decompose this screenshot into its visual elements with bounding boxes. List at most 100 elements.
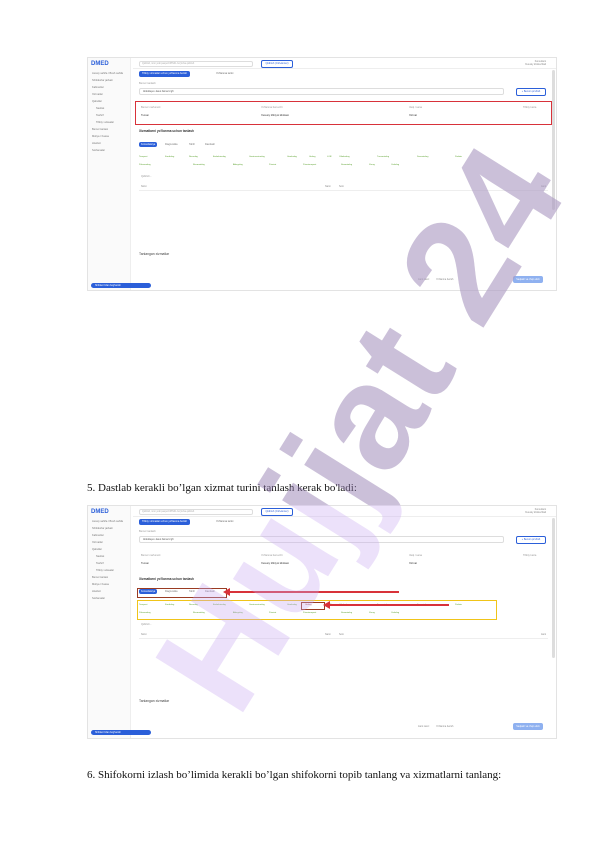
doctor-chip[interactable]: Revmatolog — [193, 163, 205, 167]
doctor-chip[interactable]: Psixoterapevt — [303, 163, 316, 167]
search-input[interactable]: Qidirish, ismi yoki pasport/PINFL bo'yic… — [139, 61, 253, 67]
tab-referral[interactable]: Tibbiy xizmatlar uchun yo'llanma berish — [139, 71, 191, 77]
sidebar-item[interactable]: Shifokorlar jadvali — [92, 527, 112, 532]
sidebar-item[interactable]: Shifokorlar jadvali — [92, 79, 112, 84]
sidebar-item[interactable]: Qabullar — [92, 548, 102, 553]
doctor-chip[interactable]: Pulmonolog — [139, 611, 151, 615]
topbar: Qidirish, ismi yoki pasport/PINFL bo'yic… — [133, 58, 556, 69]
small-search[interactable]: Qidirish... — [141, 175, 152, 178]
doctor-chip[interactable]: Stomatolog — [341, 163, 352, 167]
doctor-chip[interactable]: Urolog — [309, 155, 315, 159]
sidebar-item[interactable]: Hisobot — [92, 590, 101, 595]
doctor-chip[interactable]: Onkolog — [391, 163, 399, 167]
sidebar-item[interactable]: Tibbiy xulosalar — [96, 121, 114, 126]
search-button[interactable]: Qidirish (Ctrl+Enter) — [261, 508, 293, 516]
patient-input[interactable]: Abdullayev Jasur Akmal o'g'li — [139, 88, 504, 95]
table-header-cell: Soni — [339, 185, 344, 188]
sidebar-item[interactable]: Moliya / Kassa — [92, 135, 109, 140]
search-input[interactable]: Qidirish, ismi yoki pasport/PINFL bo'yic… — [139, 509, 253, 515]
sidebar-item[interactable]: Qabullar — [92, 100, 102, 105]
save-button[interactable]: Saqlash va chop etish — [513, 276, 543, 283]
doctor-chip[interactable]: Xirurg — [369, 611, 375, 615]
tab-history[interactable]: Yo'llanma tarixi — [213, 519, 236, 525]
doctor-chip[interactable]: Onkolog — [391, 611, 399, 615]
sidebar-item[interactable]: Tashrif — [96, 114, 104, 119]
sidebar-item[interactable]: Xizmatlar — [92, 541, 103, 546]
service-tab-diagnostics[interactable]: Diagnostika — [163, 142, 180, 147]
doctor-chip[interactable]: Oftalmolog — [339, 155, 350, 159]
doctor-chip[interactable]: Stomatolog — [341, 611, 352, 615]
scrollbar[interactable] — [552, 70, 555, 210]
sidebar-item[interactable]: Xizmatlar — [92, 93, 103, 98]
doctor-chip[interactable]: Endokrinolog — [213, 603, 226, 607]
service-tab-consultation[interactable]: Konsultatsiya — [139, 589, 158, 594]
add-patient-button[interactable]: + Bemor qo'shish — [516, 536, 546, 544]
field-label: Tibbiy karta — [523, 106, 537, 109]
doctor-chip[interactable]: Psixiatr — [269, 163, 276, 167]
service-tab-consultation[interactable]: Konsultatsiya — [139, 142, 158, 147]
doctor-chip[interactable]: Gastroenterolog — [249, 155, 265, 159]
doctor-chip[interactable]: Ginekolog — [287, 603, 297, 607]
service-tab-analysis[interactable]: Tahlil — [187, 589, 196, 594]
patient-input[interactable]: Abdullayev Jasur Akmal o'g'li — [139, 536, 504, 543]
referral-checkbox[interactable]: Yo'llanma berish — [436, 725, 453, 728]
patient-label: Bemor tanlash — [139, 530, 156, 533]
sidebar-item[interactable]: Kabinetlar — [92, 534, 104, 539]
doctor-chip[interactable]: Ginekolog — [287, 155, 297, 159]
field-value: Tuman — [141, 114, 149, 117]
doctor-chip[interactable]: Terapevt — [139, 603, 147, 607]
doctor-chip[interactable]: Kardiolog — [165, 155, 174, 159]
service-tab-diagnostics[interactable]: Diagnostika — [163, 589, 180, 594]
sidebar-item[interactable]: Bemor kartasi — [92, 576, 108, 581]
tab-referral[interactable]: Tibbiy xizmatlar uchun yo'llanma berish — [139, 519, 191, 525]
doctor-chip[interactable]: Endokrinolog — [213, 155, 226, 159]
sidebar-item[interactable]: Moliya / Kassa — [92, 583, 109, 588]
user-info[interactable]: Konsultant Xususiy klinika filiali — [525, 508, 546, 514]
doctor-chip[interactable]: Allergolog — [233, 611, 243, 615]
scrollbar[interactable] — [552, 518, 555, 658]
doctor-chip[interactable]: LOR — [327, 155, 332, 159]
doctor-chip[interactable]: Nevrolog — [189, 603, 198, 607]
service-tab-treatment[interactable]: Davolash — [203, 142, 217, 147]
sidebar-item[interactable]: Tibbiy xulosalar — [96, 569, 114, 574]
main-content: Qidirish, ismi yoki pasport/PINFL bo'yic… — [133, 506, 556, 738]
sidebar-item[interactable]: Sozlamalar — [92, 149, 105, 154]
sidebar-item[interactable]: Navbat — [96, 107, 104, 112]
user-info[interactable]: Konsultant Xususiy klinika filiali — [525, 60, 546, 66]
tab-history[interactable]: Yo'llanma tarixi — [213, 71, 236, 77]
doctor-chip[interactable]: Revmatolog — [193, 611, 205, 615]
add-patient-button[interactable]: + Bemor qo'shish — [516, 88, 546, 96]
sidebar-item[interactable]: Tashrif — [96, 562, 104, 567]
doctor-chip[interactable]: Nevrolog — [189, 155, 198, 159]
doctor-chip[interactable]: Pulmonolog — [139, 163, 151, 167]
section-title: Xizmatlarni yo'llanma uchun tanlash — [139, 129, 194, 133]
doctor-chip[interactable]: Pediatr — [455, 603, 462, 607]
sidebar-item[interactable]: Kabinetlar — [92, 86, 104, 91]
doctor-chip[interactable]: Dermatolog — [417, 155, 428, 159]
sidebar-item[interactable]: Bemor kartasi — [92, 128, 108, 133]
doctor-chip-selected[interactable]: Urolog — [305, 603, 311, 607]
total-label: Jami narxi: — [418, 725, 430, 728]
search-button[interactable]: Qidirish (Ctrl+Enter) — [261, 60, 293, 68]
sidebar-item[interactable]: Hisobot — [92, 142, 101, 147]
small-search[interactable]: Qidirish... — [141, 623, 152, 626]
save-button[interactable]: Saqlash va chop etish — [513, 723, 543, 730]
sidebar-item[interactable]: Sozlamalar — [92, 597, 105, 602]
doctor-chip[interactable]: Psixiatr — [269, 611, 276, 615]
doctor-chip[interactable]: Pediatr — [455, 155, 462, 159]
doctor-chip[interactable]: Xirurg — [369, 163, 375, 167]
total-label: Jami narxi: — [418, 278, 430, 281]
sidebar-item[interactable]: Asosiy sahifa / Bosh sahifa — [92, 520, 123, 525]
doctor-chip[interactable]: Gastroenterolog — [249, 603, 265, 607]
referral-checkbox[interactable]: Yo'llanma berish — [436, 278, 453, 281]
service-tab-analysis[interactable]: Tahlil — [187, 142, 196, 147]
field-value: Xizmat — [409, 562, 417, 565]
doctor-chip[interactable]: Psixoterapevt — [303, 611, 316, 615]
sidebar-item[interactable]: Asosiy sahifa / Bosh sahifa — [92, 72, 123, 77]
sidebar-item[interactable]: Navbat — [96, 555, 104, 560]
doctor-chip[interactable]: Kardiolog — [165, 603, 174, 607]
doctor-chip[interactable]: Allergolog — [233, 163, 243, 167]
service-tab-treatment[interactable]: Davolash — [203, 589, 217, 594]
doctor-chip[interactable]: Terapevt — [139, 155, 147, 159]
doctor-chip[interactable]: Travmatolog — [377, 155, 389, 159]
